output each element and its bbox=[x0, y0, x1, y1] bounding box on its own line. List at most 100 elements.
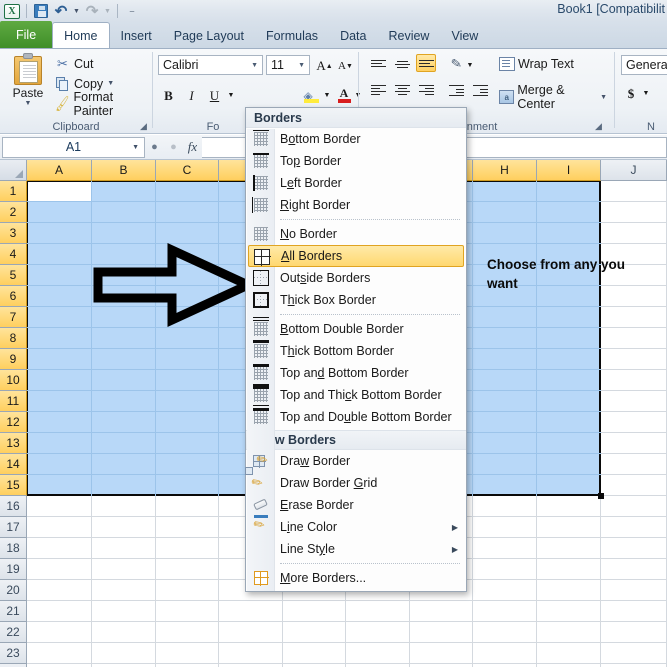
paste-button[interactable]: Paste ▼ bbox=[6, 53, 50, 115]
underline-dropdown-icon[interactable]: ▼ bbox=[225, 85, 237, 106]
active-cell-A1[interactable] bbox=[28, 182, 91, 201]
decrease-indent-button[interactable] bbox=[446, 81, 466, 99]
chevron-down-icon[interactable]: ▼ bbox=[298, 62, 305, 69]
tab-view[interactable]: View bbox=[440, 23, 489, 48]
tab-file[interactable]: File bbox=[0, 21, 53, 48]
align-top-button[interactable] bbox=[368, 55, 388, 73]
fill-color-button[interactable]: ◈ bbox=[301, 85, 321, 106]
font-size-input[interactable]: 11 ▼ bbox=[266, 55, 310, 75]
italic-button[interactable]: I bbox=[181, 85, 202, 106]
row-header-15[interactable]: 15 bbox=[0, 475, 27, 496]
insert-function-button[interactable]: fx bbox=[183, 138, 202, 157]
row-header-20[interactable]: 20 bbox=[0, 580, 27, 601]
shrink-font-button[interactable]: A ▼ bbox=[336, 55, 355, 76]
row-header-13[interactable]: 13 bbox=[0, 433, 27, 454]
row-header-4[interactable]: 4 bbox=[0, 244, 27, 265]
align-right-button[interactable] bbox=[416, 81, 436, 99]
wrap-text-button[interactable]: Wrap Text bbox=[499, 57, 574, 71]
undo-dropdown-icon[interactable]: ▼ bbox=[72, 2, 81, 20]
row-header-5[interactable]: 5 bbox=[0, 265, 27, 286]
row-header-14[interactable]: 14 bbox=[0, 454, 27, 475]
select-all-corner[interactable] bbox=[0, 160, 27, 181]
row-header-16[interactable]: 16 bbox=[0, 496, 27, 517]
number-format-select[interactable]: Genera bbox=[621, 55, 667, 75]
accounting-dropdown-icon[interactable]: ▼ bbox=[640, 83, 652, 104]
menu-item-top-border[interactable]: Top Border bbox=[246, 150, 466, 172]
column-header-C[interactable]: C bbox=[156, 160, 219, 181]
menu-item-draw-border-grid[interactable]: ✎ Draw Border Grid bbox=[245, 467, 466, 494]
column-header-B[interactable]: B bbox=[92, 160, 156, 181]
tab-insert[interactable]: Insert bbox=[110, 23, 163, 48]
row-header-11[interactable]: 11 bbox=[0, 391, 27, 412]
align-middle-button[interactable] bbox=[392, 55, 412, 73]
save-icon[interactable] bbox=[32, 2, 50, 20]
cut-button[interactable]: ✂ Cut bbox=[54, 54, 93, 73]
menu-item-more-borders[interactable]: More Borders... bbox=[246, 567, 466, 589]
accounting-format-button[interactable]: $ bbox=[623, 83, 639, 104]
menu-item-outside-borders[interactable]: Outside Borders bbox=[246, 267, 466, 289]
row-header-12[interactable]: 12 bbox=[0, 412, 27, 433]
grow-font-button[interactable]: A ▲ bbox=[315, 55, 334, 76]
clipboard-dialog-launcher-icon[interactable]: ◢ bbox=[138, 121, 149, 132]
menu-item-top-and-double-bottom-border[interactable]: Top and Double Bottom Border bbox=[246, 404, 466, 428]
menu-item-bottom-border[interactable]: BoBottom Borderttom Border bbox=[246, 128, 466, 150]
underline-button[interactable]: U bbox=[204, 85, 225, 106]
increase-indent-button[interactable] bbox=[470, 81, 490, 99]
menu-item-thick-bottom-border[interactable]: Thick Bottom Border bbox=[246, 340, 466, 362]
row-header-6[interactable]: 6 bbox=[0, 286, 27, 307]
menu-item-no-border[interactable]: No Border bbox=[246, 223, 466, 245]
menu-item-thick-box-border[interactable]: Thick Box Border bbox=[246, 289, 466, 311]
borders-dropdown-menu[interactable]: Borders BoBottom Borderttom Border Top B… bbox=[245, 107, 467, 592]
align-left-button[interactable] bbox=[368, 81, 388, 99]
tab-home[interactable]: Home bbox=[52, 22, 110, 48]
align-bottom-button[interactable] bbox=[416, 54, 436, 72]
fill-handle[interactable] bbox=[598, 493, 604, 499]
menu-item-line-style[interactable]: Line Style ▶ bbox=[246, 538, 466, 560]
column-header-A[interactable]: A bbox=[27, 160, 92, 181]
row-header-10[interactable]: 10 bbox=[0, 370, 27, 391]
format-painter-button[interactable]: 🖌 Format Painter bbox=[53, 90, 152, 118]
tab-data[interactable]: Data bbox=[329, 23, 377, 48]
row-header-18[interactable]: 18 bbox=[0, 538, 27, 559]
row-header-8[interactable]: 8 bbox=[0, 328, 27, 349]
menu-item-draw-border[interactable]: ✎ Draw Border bbox=[246, 450, 466, 472]
paste-dropdown-icon[interactable]: ▼ bbox=[25, 100, 32, 107]
menu-item-right-border[interactable]: Right Border bbox=[246, 194, 466, 216]
enter-formula-button[interactable]: ● bbox=[164, 138, 183, 157]
align-center-button[interactable] bbox=[392, 81, 412, 99]
menu-item-bottom-double-border[interactable]: Bottom Double Border bbox=[246, 316, 466, 340]
menu-item-top-and-bottom-border[interactable]: Top and Bottom Border bbox=[246, 362, 466, 384]
orientation-dropdown-icon[interactable]: ▼ bbox=[464, 55, 476, 76]
bold-button[interactable]: B bbox=[158, 85, 179, 106]
merge-dropdown-icon[interactable]: ▼ bbox=[600, 94, 607, 101]
column-header-H[interactable]: H bbox=[473, 160, 537, 181]
menu-item-line-color[interactable]: ✎ Line Color ▶ bbox=[246, 515, 466, 538]
orientation-button[interactable]: ✎ bbox=[446, 55, 466, 73]
fill-color-dropdown-icon[interactable]: ▼ bbox=[321, 85, 333, 106]
merge-center-button[interactable]: a Merge & Center ▼ bbox=[499, 83, 607, 111]
chevron-down-icon[interactable]: ▼ bbox=[132, 144, 139, 151]
row-header-23[interactable]: 23 bbox=[0, 643, 27, 664]
name-box[interactable]: A1 ▼ bbox=[2, 136, 145, 158]
tab-page-layout[interactable]: Page Layout bbox=[163, 23, 255, 48]
row-header-9[interactable]: 9 bbox=[0, 349, 27, 370]
row-header-2[interactable]: 2 bbox=[0, 202, 27, 223]
column-header-J[interactable]: J bbox=[601, 160, 667, 181]
font-color-button[interactable]: A bbox=[335, 85, 353, 106]
row-header-22[interactable]: 22 bbox=[0, 622, 27, 643]
row-header-3[interactable]: 3 bbox=[0, 223, 27, 244]
column-header-I[interactable]: I bbox=[537, 160, 601, 181]
tab-formulas[interactable]: Formulas bbox=[255, 23, 329, 48]
excel-logo-icon[interactable]: X bbox=[3, 2, 21, 20]
row-header-21[interactable]: 21 bbox=[0, 601, 27, 622]
row-header-17[interactable]: 17 bbox=[0, 517, 27, 538]
tab-review[interactable]: Review bbox=[377, 23, 440, 48]
row-header-19[interactable]: 19 bbox=[0, 559, 27, 580]
undo-icon[interactable]: ↶ bbox=[52, 2, 70, 20]
menu-item-top-and-thick-bottom-border[interactable]: Top and Thick Bottom Border bbox=[246, 384, 466, 406]
row-header-1[interactable]: 1 bbox=[0, 181, 27, 202]
cancel-formula-button[interactable]: ● bbox=[145, 138, 164, 157]
customize-qat-icon[interactable]: ⎯ bbox=[123, 2, 141, 20]
alignment-dialog-launcher-icon[interactable]: ◢ bbox=[593, 121, 604, 132]
font-name-input[interactable]: Calibri ▼ bbox=[158, 55, 263, 75]
